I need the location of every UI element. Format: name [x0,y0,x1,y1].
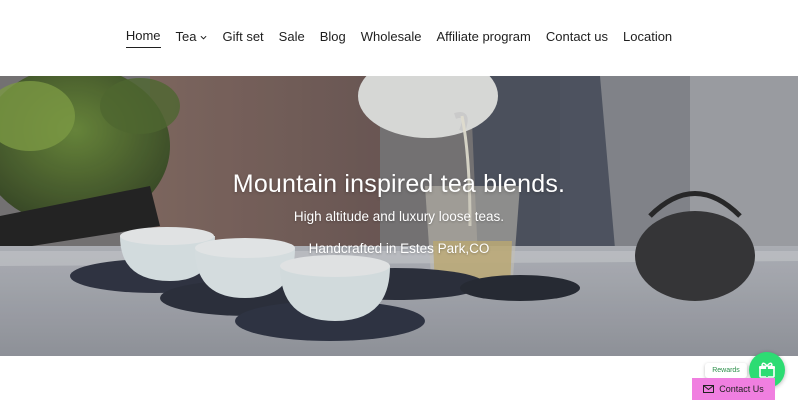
hero-subtitle: High altitude and luxury loose teas. [293,209,505,224]
nav-item-label: Wholesale [360,29,422,44]
main-nav: Home Tea Gift set Sale Blog Wholesale Af… [0,26,798,48]
hero-title: Mountain inspired tea blends. [232,170,566,198]
chevron-down-icon [200,35,207,40]
nav-item-home[interactable]: Home [118,26,168,48]
nav-item-label: Home [125,26,161,48]
nav-item-sale[interactable]: Sale [271,26,312,48]
contact-us-button[interactable]: Contact Us [692,378,775,400]
hero-tagline: Handcrafted in Estes Park,CO [308,241,490,256]
nav-item-contact-us[interactable]: Contact us [538,26,615,48]
nav-item-location[interactable]: Location [616,26,680,48]
nav-item-label: Sale [278,29,305,44]
nav-item-gift-set[interactable]: Gift set [215,26,271,48]
rewards-label[interactable]: Rewards [705,363,747,378]
site-header: Home Tea Gift set Sale Blog Wholesale Af… [0,0,798,76]
nav-item-wholesale[interactable]: Wholesale [353,26,429,48]
nav-item-blog[interactable]: Blog [312,26,353,48]
mail-icon [703,385,715,393]
nav-item-affiliate-program[interactable]: Affiliate program [429,26,538,48]
contact-us-label: Contact Us [719,384,764,394]
nav-item-label: Gift set [222,29,264,44]
nav-item-label: Affiliate program [436,29,531,44]
nav-item-tea[interactable]: Tea [168,26,215,48]
nav-item-label: Blog [319,29,346,44]
nav-item-label: Contact us [545,29,609,44]
nav-item-label: Location [623,29,673,44]
nav-item-label: Tea [175,29,197,44]
gift-icon [759,362,775,378]
hero-banner: Mountain inspired tea blends. High altit… [0,76,798,356]
